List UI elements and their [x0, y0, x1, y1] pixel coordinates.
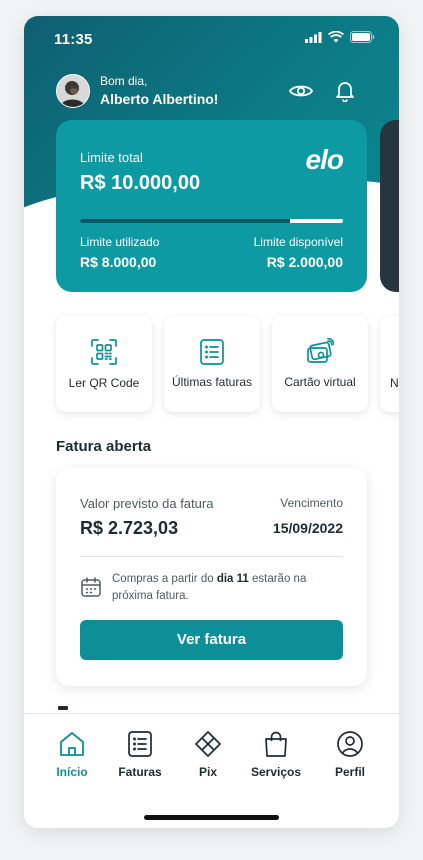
- phone-screen: 11:35 Bom dia, Alberto Albertino! Limite…: [24, 16, 399, 828]
- calendar-icon: [81, 577, 101, 597]
- status-time: 11:35: [54, 31, 93, 48]
- action-last-invoices[interactable]: Últimas faturas: [164, 316, 260, 412]
- due-date-value: 15/09/2022: [272, 520, 343, 536]
- used-limit-value: R$ 8.000,00: [80, 254, 157, 270]
- tab-profile[interactable]: Perfil: [318, 730, 382, 779]
- limit-value: R$ 10.000,00: [80, 172, 201, 194]
- estimate-label: Valor previsto da fatura: [80, 496, 214, 511]
- user-name: Alberto Albertino!: [100, 91, 219, 107]
- action-qr-code[interactable]: Ler QR Code: [56, 316, 152, 412]
- elo-logo: elo: [305, 144, 344, 175]
- view-invoice-button[interactable]: Ver fatura: [80, 620, 343, 660]
- action-label: Ler QR Code: [68, 376, 140, 390]
- used-limit-label: Limite utilizado: [80, 235, 160, 249]
- next-card-peek[interactable]: [380, 120, 399, 292]
- bottom-tab-bar: Início Faturas Pix Serviços Perfil: [24, 713, 399, 828]
- quick-actions: Ler QR Code Últimas faturas Cartão virtu…: [56, 316, 399, 412]
- action-partial[interactable]: N: [380, 316, 399, 412]
- tab-pix[interactable]: Pix: [176, 730, 240, 779]
- action-label: Cartão virtual: [284, 375, 356, 389]
- wifi-icon: [328, 31, 344, 43]
- tab-home[interactable]: Início: [40, 730, 104, 779]
- estimate-value: R$ 2.723,03: [80, 518, 179, 538]
- pix-icon: [195, 731, 221, 757]
- next-section-peek: [58, 706, 68, 710]
- shopping-bag-icon: [265, 731, 287, 757]
- open-invoice-card: Valor previsto da fatura R$ 2.723,03 Ven…: [56, 468, 367, 686]
- action-label: N: [390, 376, 399, 390]
- signal-icon: [305, 31, 322, 43]
- action-virtual-card[interactable]: Cartão virtual: [272, 316, 368, 412]
- limit-label: Limite total: [80, 150, 143, 165]
- battery-icon: [350, 31, 375, 43]
- avatar[interactable]: [56, 74, 90, 108]
- bell-icon[interactable]: [332, 78, 358, 104]
- eye-icon[interactable]: [288, 78, 314, 104]
- invoices-icon: [128, 731, 152, 757]
- invoice-note: Compras a partir do dia 11 estarão na pr…: [112, 573, 307, 602]
- home-indicator: [144, 815, 279, 820]
- avatar-photo: [57, 75, 89, 107]
- qr-scan-icon: [91, 339, 117, 365]
- due-date-label: Vencimento: [280, 496, 343, 510]
- home-icon: [60, 732, 84, 756]
- limit-progress-fill: [80, 219, 291, 223]
- list-icon: [200, 339, 224, 365]
- section-title-open-invoice: Fatura aberta: [56, 438, 152, 455]
- profile-icon: [337, 731, 363, 757]
- action-label: Últimas faturas: [171, 375, 253, 389]
- virtual-card-icon: [307, 338, 334, 363]
- status-icons: [305, 31, 375, 43]
- limit-progress-bar: [80, 219, 343, 223]
- status-bar: 11:35: [24, 16, 399, 60]
- greeting-text: Bom dia,: [100, 74, 148, 88]
- available-limit-label: Limite disponível: [253, 235, 343, 249]
- credit-card[interactable]: Limite total R$ 10.000,00 elo Limite uti…: [56, 120, 367, 292]
- available-limit-value: R$ 2.000,00: [266, 254, 343, 270]
- divider: [80, 556, 343, 557]
- tab-services[interactable]: Serviços: [244, 730, 308, 779]
- tab-invoices[interactable]: Faturas: [108, 730, 172, 779]
